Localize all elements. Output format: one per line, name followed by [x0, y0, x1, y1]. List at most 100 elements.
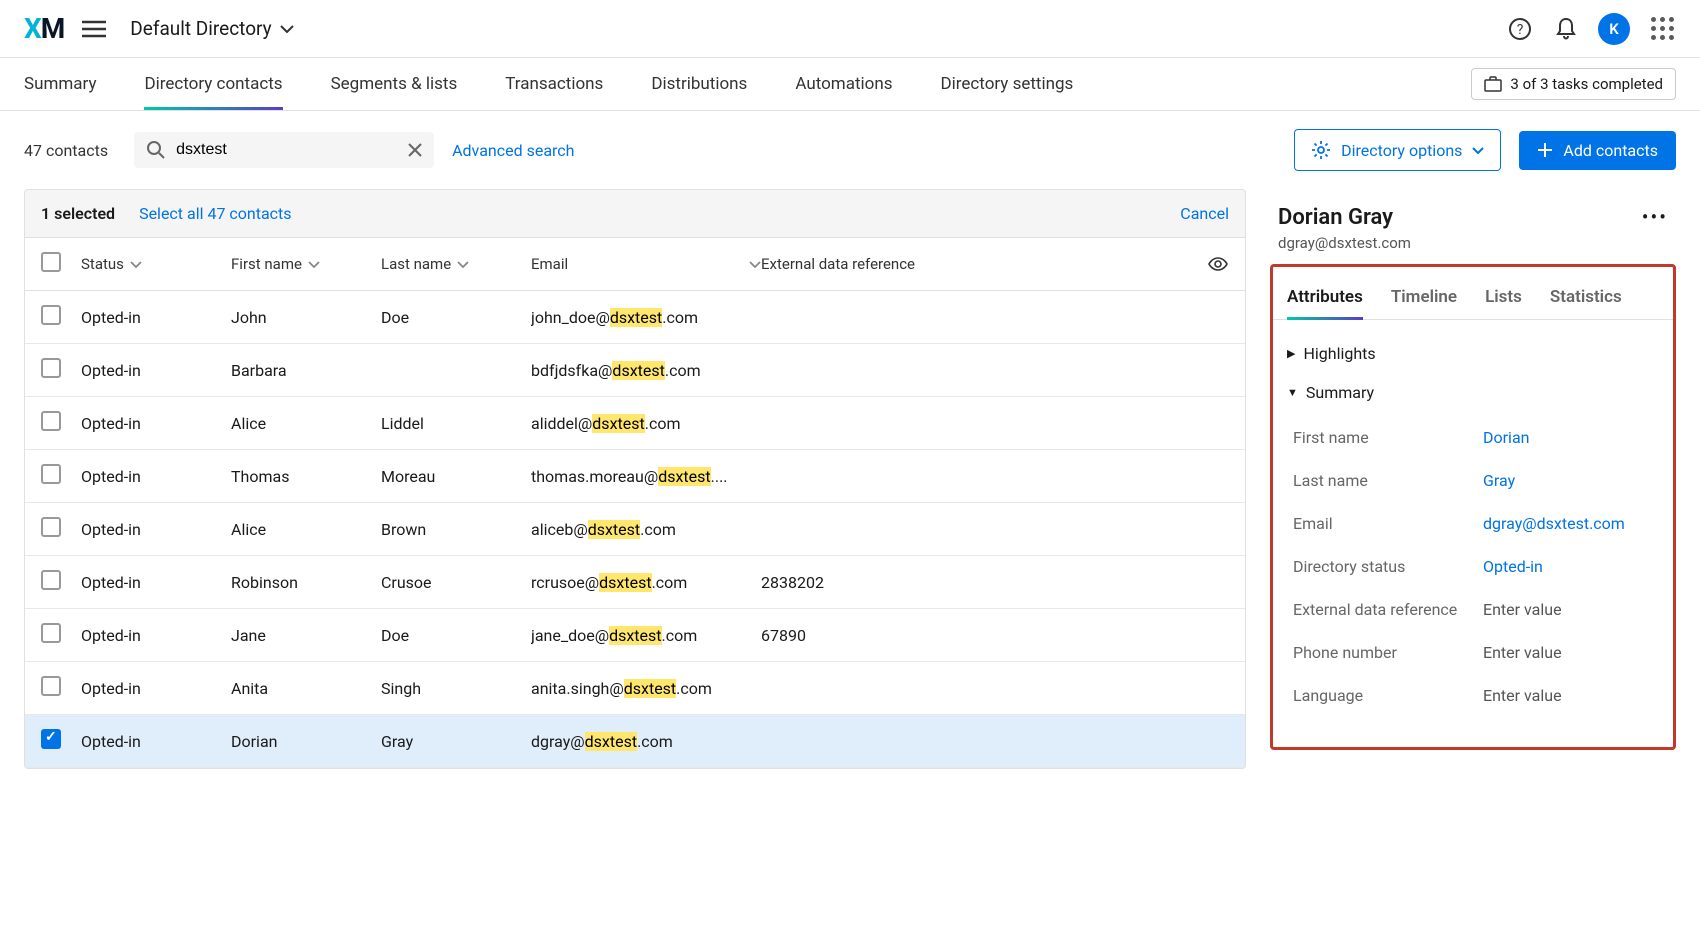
table-row[interactable]: Opted-in Alice Liddel aliddel@dsxtest.co… — [25, 397, 1245, 450]
row-checkbox[interactable] — [41, 305, 61, 325]
logo[interactable]: XM — [24, 12, 64, 45]
field-value[interactable]: dgray@dsxtest.com — [1483, 514, 1625, 533]
column-last-name[interactable]: Last name — [381, 255, 531, 273]
row-checkbox[interactable] — [41, 676, 61, 696]
field-row: First name Dorian — [1293, 416, 1653, 459]
field-label: First name — [1293, 428, 1483, 447]
row-checkbox[interactable] — [41, 358, 61, 378]
chevron-down-icon — [130, 261, 142, 268]
search-box[interactable] — [134, 132, 434, 168]
detail-tab-attributes[interactable]: Attributes — [1287, 279, 1363, 319]
cell-email: dgray@dsxtest.com — [531, 732, 761, 751]
field-row: Last name Gray — [1293, 459, 1653, 502]
table-row[interactable]: Opted-in Anita Singh anita.singh@dsxtest… — [25, 662, 1245, 715]
field-label: Last name — [1293, 471, 1483, 490]
cell-status: Opted-in — [81, 467, 231, 486]
cell-email: aliddel@dsxtest.com — [531, 414, 761, 433]
table-row[interactable]: Opted-in Alice Brown aliceb@dsxtest.com — [25, 503, 1245, 556]
add-contacts-label: Add contacts — [1563, 141, 1658, 160]
table-row[interactable]: Opted-in Barbara bdfjdsfka@dsxtest.com — [25, 344, 1245, 397]
advanced-search-link[interactable]: Advanced search — [452, 141, 574, 160]
field-label: Email — [1293, 514, 1483, 533]
cell-last-name: Brown — [381, 520, 531, 539]
cell-last-name: Liddel — [381, 414, 531, 433]
columns-visibility-icon[interactable] — [1207, 255, 1229, 273]
bell-icon[interactable] — [1552, 15, 1580, 43]
select-all-link[interactable]: Select all 47 contacts — [139, 204, 291, 223]
field-row: External data reference Enter value — [1293, 588, 1653, 631]
row-checkbox[interactable] — [41, 464, 61, 484]
cell-email: aliceb@dsxtest.com — [531, 520, 761, 539]
row-checkbox[interactable] — [41, 411, 61, 431]
add-contacts-button[interactable]: Add contacts — [1519, 131, 1676, 170]
apps-icon[interactable] — [1648, 15, 1676, 43]
table-header: Status First name Last name Email Extern… — [25, 238, 1245, 291]
field-label: External data reference — [1293, 600, 1483, 619]
cell-external-ref: 2838202 — [761, 573, 1229, 592]
tab-transactions[interactable]: Transactions — [505, 58, 603, 110]
select-all-checkbox[interactable] — [41, 252, 61, 272]
toolbar: 47 contacts Advanced search Directory op… — [0, 111, 1700, 189]
tasks-text: 3 of 3 tasks completed — [1510, 75, 1663, 93]
field-row: Email dgray@dsxtest.com — [1293, 502, 1653, 545]
field-value[interactable]: Enter value — [1483, 686, 1562, 705]
tasks-badge[interactable]: 3 of 3 tasks completed — [1471, 68, 1676, 100]
row-checkbox[interactable] — [41, 517, 61, 537]
menu-icon[interactable] — [82, 20, 106, 38]
column-external-ref[interactable]: External data reference — [761, 255, 1229, 273]
table-row[interactable]: Opted-in Jane Doe jane_doe@dsxtest.com 6… — [25, 609, 1245, 662]
field-value[interactable]: Opted-in — [1483, 557, 1543, 576]
cell-last-name: Moreau — [381, 467, 531, 486]
clear-icon[interactable] — [408, 143, 422, 157]
help-icon[interactable]: ? — [1506, 15, 1534, 43]
field-label: Phone number — [1293, 643, 1483, 662]
tab-directory-settings[interactable]: Directory settings — [941, 58, 1074, 110]
field-value[interactable]: Dorian — [1483, 428, 1529, 447]
cell-email: thomas.moreau@dsxtest.... — [531, 467, 761, 486]
column-status[interactable]: Status — [81, 255, 231, 273]
highlights-section-toggle[interactable]: ▶ Highlights — [1287, 334, 1659, 373]
cell-email: rcrusoe@dsxtest.com — [531, 573, 761, 592]
cell-status: Opted-in — [81, 361, 231, 380]
tab-distributions[interactable]: Distributions — [651, 58, 747, 110]
row-checkbox[interactable] — [41, 570, 61, 590]
field-label: Directory status — [1293, 557, 1483, 576]
directory-options-button[interactable]: Directory options — [1294, 129, 1501, 171]
detail-panel: Dorian Gray dgray@dsxtest.com ••• Attrib… — [1246, 189, 1676, 769]
summary-section-toggle[interactable]: ▼ Summary — [1287, 373, 1659, 412]
more-icon[interactable]: ••• — [1642, 205, 1668, 229]
svg-text:?: ? — [1517, 22, 1524, 38]
tab-segments-lists[interactable]: Segments & lists — [331, 58, 458, 110]
detail-tab-timeline[interactable]: Timeline — [1391, 279, 1457, 319]
cell-first-name: Alice — [231, 520, 381, 539]
row-checkbox[interactable] — [41, 729, 61, 749]
tab-summary[interactable]: Summary — [24, 58, 96, 110]
search-input[interactable] — [176, 141, 398, 159]
column-email[interactable]: Email — [531, 255, 761, 273]
cell-last-name: Crusoe — [381, 573, 531, 592]
cell-status: Opted-in — [81, 520, 231, 539]
detail-tab-statistics[interactable]: Statistics — [1550, 279, 1622, 319]
tab-directory-contacts[interactable]: Directory contacts — [144, 58, 282, 110]
detail-tab-lists[interactable]: Lists — [1485, 279, 1522, 319]
directory-select[interactable]: Default Directory — [130, 17, 293, 40]
column-first-name[interactable]: First name — [231, 255, 381, 273]
tab-bar: Summary Directory contacts Segments & list… — [0, 58, 1700, 111]
chevron-down-icon — [1472, 147, 1484, 154]
summary-fields: First name Dorian Last name Gray Email d… — [1287, 412, 1659, 721]
table-row[interactable]: Opted-in Robinson Crusoe rcrusoe@dsxtest… — [25, 556, 1245, 609]
table-row[interactable]: Opted-in John Doe john_doe@dsxtest.com — [25, 291, 1245, 344]
field-row: Phone number Enter value — [1293, 631, 1653, 674]
row-checkbox[interactable] — [41, 623, 61, 643]
cell-last-name: Singh — [381, 679, 531, 698]
table-row[interactable]: Opted-in Dorian Gray dgray@dsxtest.com — [25, 715, 1245, 768]
field-value[interactable]: Enter value — [1483, 600, 1562, 619]
tab-automations[interactable]: Automations — [795, 58, 892, 110]
cell-last-name: Doe — [381, 308, 531, 327]
field-value[interactable]: Enter value — [1483, 643, 1562, 662]
avatar[interactable]: K — [1598, 13, 1630, 45]
cancel-selection-link[interactable]: Cancel — [1180, 204, 1229, 223]
field-value[interactable]: Gray — [1483, 471, 1515, 490]
table-row[interactable]: Opted-in Thomas Moreau thomas.moreau@dsx… — [25, 450, 1245, 503]
cell-first-name: Alice — [231, 414, 381, 433]
